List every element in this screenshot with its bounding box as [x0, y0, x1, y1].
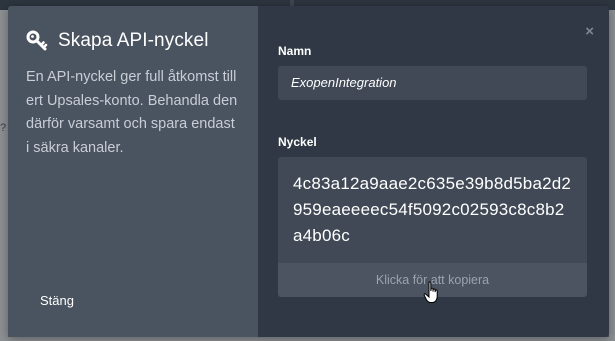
app-left-backdrop: ? [0, 10, 8, 341]
modal-description: En API-nyckel ger full åtkomst till ert … [26, 69, 238, 156]
backdrop-glyph: ? [0, 122, 7, 134]
hand-pointer-cursor-icon [423, 281, 441, 305]
modal-form-pane: × Namn ExopenIntegration Nyckel 4c83a12a… [258, 6, 609, 337]
key-icon [26, 30, 48, 52]
modal-info-pane: Skapa API-nyckel En API-nyckel ger full … [8, 6, 258, 337]
api-key-value[interactable]: 4c83a12a9aae2c635e39b8d5ba2d2959eaeeeec5… [278, 157, 587, 263]
close-icon[interactable]: × [585, 24, 594, 39]
copy-key-button[interactable]: Klicka för att kopiera [278, 263, 587, 303]
modal-title: Skapa API-nyckel [58, 30, 209, 51]
close-button[interactable]: Stäng [40, 293, 74, 308]
app-bottom-backdrop [0, 337, 615, 341]
key-label: Nyckel [278, 135, 317, 149]
name-label: Namn [278, 44, 312, 58]
app-right-backdrop [609, 10, 615, 341]
modal-title-row: Skapa API-nyckel [26, 30, 240, 52]
create-api-key-modal: Skapa API-nyckel En API-nyckel ger full … [8, 6, 609, 337]
name-input[interactable]: ExopenIntegration [278, 66, 587, 100]
